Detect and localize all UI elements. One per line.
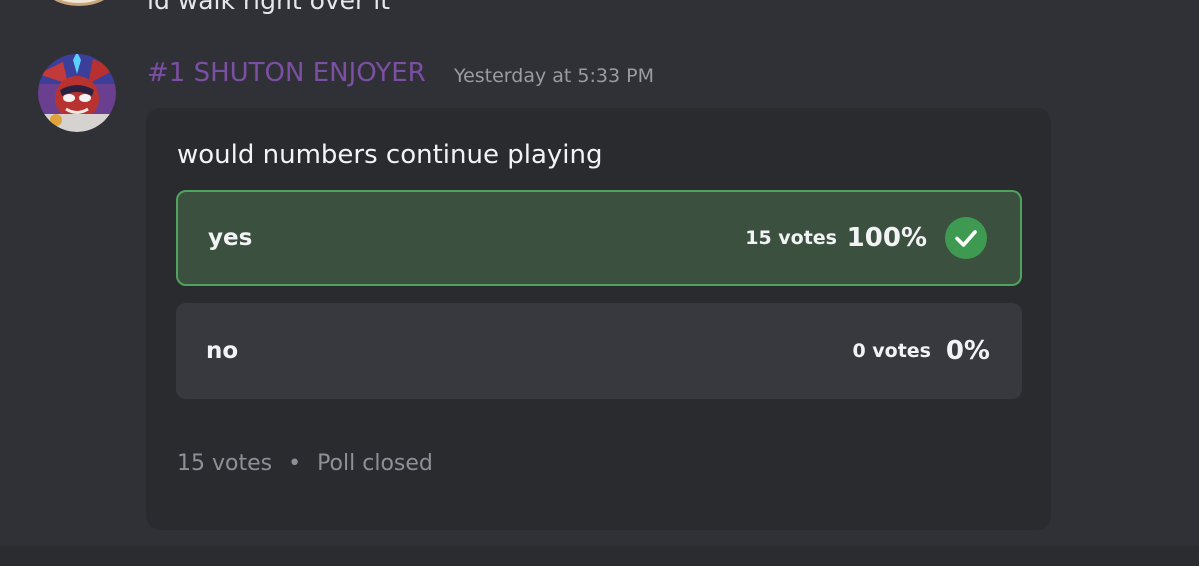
poll-answer-votes: 15 votes <box>745 227 837 249</box>
avatar-image-icon <box>38 54 116 132</box>
poll-answer-label: yes <box>208 225 253 251</box>
poll-footer: 15 votes • Poll closed <box>177 451 433 476</box>
check-icon <box>945 217 987 259</box>
previous-avatar[interactable] <box>44 0 114 6</box>
poll-answer-votes: 0 votes <box>852 340 931 362</box>
poll-answer-label: no <box>206 338 239 364</box>
previous-message-text: id walk right over it <box>147 0 391 15</box>
poll-answer-no[interactable]: no 0 votes 0% <box>176 303 1022 399</box>
poll-question: would numbers continue playing <box>177 140 603 170</box>
poll-answer-percent: 100% <box>846 223 927 253</box>
poll-total-votes: 15 votes <box>177 451 273 476</box>
author-avatar[interactable] <box>38 54 116 132</box>
author-name[interactable]: #1 SHUTON ENJOYER <box>147 58 426 88</box>
poll-answer-yes[interactable]: yes 15 votes 100% <box>176 190 1022 286</box>
message-timestamp: Yesterday at 5:33 PM <box>454 65 654 87</box>
message-divider <box>0 546 1199 566</box>
previous-message: id walk right over it <box>0 0 1199 46</box>
poll-answer-percent: 0% <box>945 336 990 366</box>
poll-status: Poll closed <box>317 451 433 476</box>
footer-separator: • <box>288 451 302 476</box>
